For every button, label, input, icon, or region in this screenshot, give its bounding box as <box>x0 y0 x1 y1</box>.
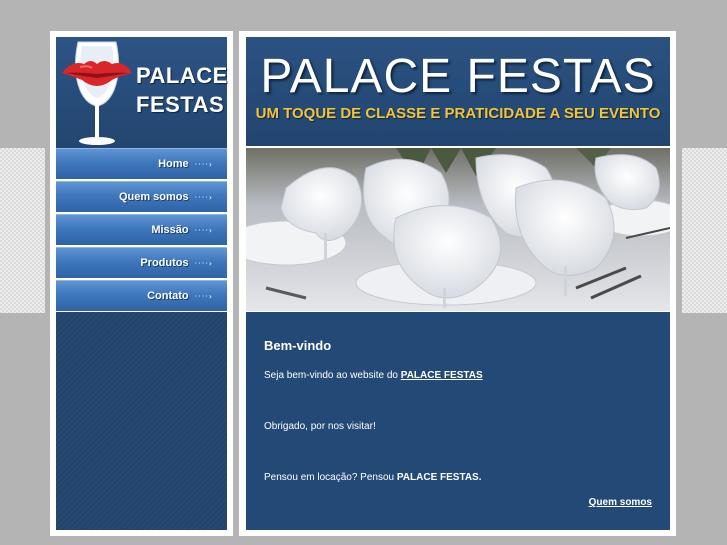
logo-line-1: PALACE <box>136 63 228 88</box>
nav-item-label: Contato <box>147 290 189 302</box>
welcome-panel: Bem-vindo Seja bem-vindo ao website do P… <box>246 312 670 530</box>
site-title: PALACE FESTAS <box>260 50 656 103</box>
sidebar-fill <box>56 312 227 530</box>
main-nav: Home ····› Quem somos ····› Missão ····›… <box>56 148 227 313</box>
nav-item-produtos[interactable]: Produtos ····› <box>56 247 227 278</box>
nav-item-quem-somos[interactable]: Quem somos ····› <box>56 181 227 212</box>
chevron-right-icon: ····› <box>194 159 213 169</box>
logo-text: PALACE FESTAS <box>136 61 228 119</box>
wine-glass-lips-icon <box>62 41 132 145</box>
table-setting-photo <box>246 148 670 311</box>
question-text: Pensou em locação? Pensou PALACE FESTAS. <box>264 472 482 483</box>
welcome-prefix: Seja bem-vindo ao website do <box>264 370 398 381</box>
chevron-right-icon: ····› <box>194 258 213 268</box>
site-tagline: UM TOQUE DE CLASSE E PRATICIDADE A SEU E… <box>255 105 661 122</box>
question-brand: PALACE FESTAS. <box>396 472 482 483</box>
palace-festas-link[interactable]: PALACE FESTAS <box>401 370 483 381</box>
chevron-right-icon: ····› <box>194 225 213 235</box>
nav-item-label: Quem somos <box>118 191 189 203</box>
quem-somos-link[interactable]: Quem somos <box>589 497 652 508</box>
nav-item-home[interactable]: Home ····› <box>56 148 227 179</box>
site-header: PALACE FESTAS UM TOQUE DE CLASSE E PRATI… <box>246 37 670 146</box>
nav-item-contato[interactable]: Contato ····› <box>56 280 227 311</box>
nav-item-label: Home <box>158 158 189 170</box>
logo-line-2: FESTAS <box>136 92 225 117</box>
right-side-pattern <box>682 148 727 313</box>
nav-item-label: Produtos <box>140 257 189 269</box>
thanks-text: Obrigado, por nos visitar! <box>264 421 376 432</box>
chevron-right-icon: ····› <box>194 192 213 202</box>
banner-image <box>246 148 670 311</box>
chevron-right-icon: ····› <box>194 291 213 301</box>
logo[interactable]: PALACE FESTAS <box>56 37 227 148</box>
welcome-heading: Bem-vindo <box>264 338 332 353</box>
left-side-pattern <box>0 148 45 313</box>
nav-item-missao[interactable]: Missão ····› <box>56 214 227 245</box>
question-prefix: Pensou em locação? Pensou <box>264 472 395 483</box>
welcome-text: Seja bem-vindo ao website do PALACE FEST… <box>264 370 483 381</box>
nav-item-label: Missão <box>151 224 189 236</box>
